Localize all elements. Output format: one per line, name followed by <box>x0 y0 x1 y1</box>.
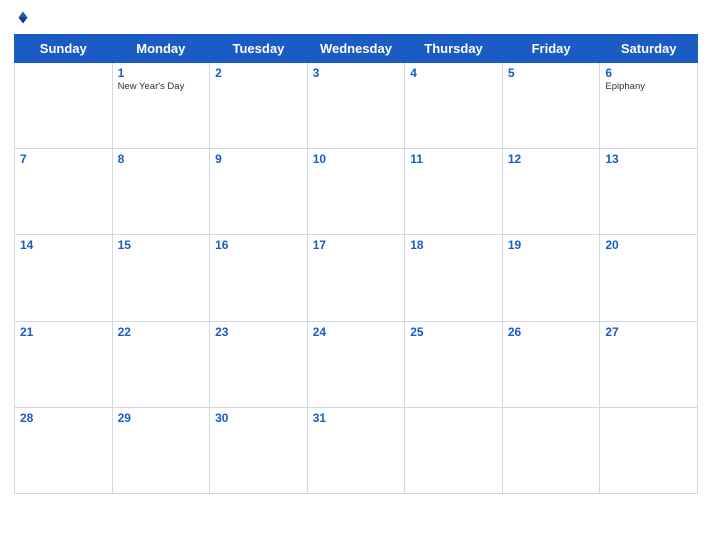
day-number: 29 <box>118 411 205 425</box>
calendar-cell: 10 <box>307 149 405 235</box>
day-number: 31 <box>313 411 400 425</box>
calendar-cell: 8 <box>112 149 210 235</box>
calendar-cell: 5 <box>502 63 600 149</box>
calendar-cell: 30 <box>210 407 308 493</box>
calendar-cell: 13 <box>600 149 698 235</box>
day-number: 17 <box>313 238 400 252</box>
calendar-cell: 24 <box>307 321 405 407</box>
day-number: 26 <box>508 325 595 339</box>
holiday-name: New Year's Day <box>118 81 205 92</box>
calendar-cell: 25 <box>405 321 503 407</box>
day-number: 1 <box>118 66 205 80</box>
country-name <box>588 24 698 28</box>
calendar-cell: 29 <box>112 407 210 493</box>
day-number: 28 <box>20 411 107 425</box>
weekday-header-thursday: Thursday <box>405 35 503 63</box>
day-number: 20 <box>605 238 692 252</box>
calendar-cell: 3 <box>307 63 405 149</box>
weekday-header-friday: Friday <box>502 35 600 63</box>
logo-area <box>14 10 124 28</box>
day-number: 27 <box>605 325 692 339</box>
day-number: 3 <box>313 66 400 80</box>
day-number: 25 <box>410 325 497 339</box>
day-number: 10 <box>313 152 400 166</box>
calendar-container: SundayMondayTuesdayWednesdayThursdayFrid… <box>0 0 712 550</box>
holiday-name: Epiphany <box>605 81 692 92</box>
calendar-cell: 2 <box>210 63 308 149</box>
calendar-cell: 27 <box>600 321 698 407</box>
weekday-header-monday: Monday <box>112 35 210 63</box>
weekday-header-saturday: Saturday <box>600 35 698 63</box>
calendar-cell: 4 <box>405 63 503 149</box>
day-number: 19 <box>508 238 595 252</box>
calendar-thead: SundayMondayTuesdayWednesdayThursdayFrid… <box>15 35 698 63</box>
calendar-cell: 15 <box>112 235 210 321</box>
day-number: 15 <box>118 238 205 252</box>
day-number: 8 <box>118 152 205 166</box>
calendar-cell: 26 <box>502 321 600 407</box>
calendar-cell: 23 <box>210 321 308 407</box>
day-number: 21 <box>20 325 107 339</box>
weekday-header-tuesday: Tuesday <box>210 35 308 63</box>
logo <box>14 10 38 28</box>
calendar-cell: 20 <box>600 235 698 321</box>
day-number: 9 <box>215 152 302 166</box>
day-number: 18 <box>410 238 497 252</box>
calendar-cell: 12 <box>502 149 600 235</box>
day-number: 16 <box>215 238 302 252</box>
weekday-header-row: SundayMondayTuesdayWednesdayThursdayFrid… <box>15 35 698 63</box>
day-number: 4 <box>410 66 497 80</box>
calendar-cell: 28 <box>15 407 113 493</box>
week-row-4: 21 22 23 24 25 26 27 <box>15 321 698 407</box>
calendar-cell: 31 <box>307 407 405 493</box>
calendar-cell <box>600 407 698 493</box>
calendar-cell: 7 <box>15 149 113 235</box>
calendar-cell: 22 <box>112 321 210 407</box>
calendar-cell: 11 <box>405 149 503 235</box>
calendar-header <box>14 10 698 28</box>
week-row-1: 1New Year's Day23456Epiphany <box>15 63 698 149</box>
calendar-cell: 9 <box>210 149 308 235</box>
calendar-cell: 19 <box>502 235 600 321</box>
weekday-header-sunday: Sunday <box>15 35 113 63</box>
day-number: 22 <box>118 325 205 339</box>
day-number: 13 <box>605 152 692 166</box>
weekday-header-wednesday: Wednesday <box>307 35 405 63</box>
week-row-2: 789 10 11 12 13 <box>15 149 698 235</box>
day-number: 5 <box>508 66 595 80</box>
day-number: 14 <box>20 238 107 252</box>
day-number: 2 <box>215 66 302 80</box>
calendar-cell: 1New Year's Day <box>112 63 210 149</box>
week-row-3: 14 15 16 17 18 19 20 <box>15 235 698 321</box>
calendar-cell: 6Epiphany <box>600 63 698 149</box>
calendar-cell: 17 <box>307 235 405 321</box>
calendar-table: SundayMondayTuesdayWednesdayThursdayFrid… <box>14 34 698 494</box>
day-number: 6 <box>605 66 692 80</box>
calendar-cell <box>502 407 600 493</box>
calendar-cell <box>405 407 503 493</box>
calendar-cell: 14 <box>15 235 113 321</box>
day-number: 23 <box>215 325 302 339</box>
day-number: 7 <box>20 152 107 166</box>
calendar-cell: 18 <box>405 235 503 321</box>
day-number: 24 <box>313 325 400 339</box>
week-row-5: 28 29 30 31 <box>15 407 698 493</box>
day-number: 11 <box>410 152 497 166</box>
calendar-cell <box>15 63 113 149</box>
day-number: 12 <box>508 152 595 166</box>
calendar-cell: 16 <box>210 235 308 321</box>
calendar-body: 1New Year's Day23456Epiphany789101112131… <box>15 63 698 494</box>
calendar-cell: 21 <box>15 321 113 407</box>
day-number: 30 <box>215 411 302 425</box>
logo-bird-icon <box>14 10 32 28</box>
